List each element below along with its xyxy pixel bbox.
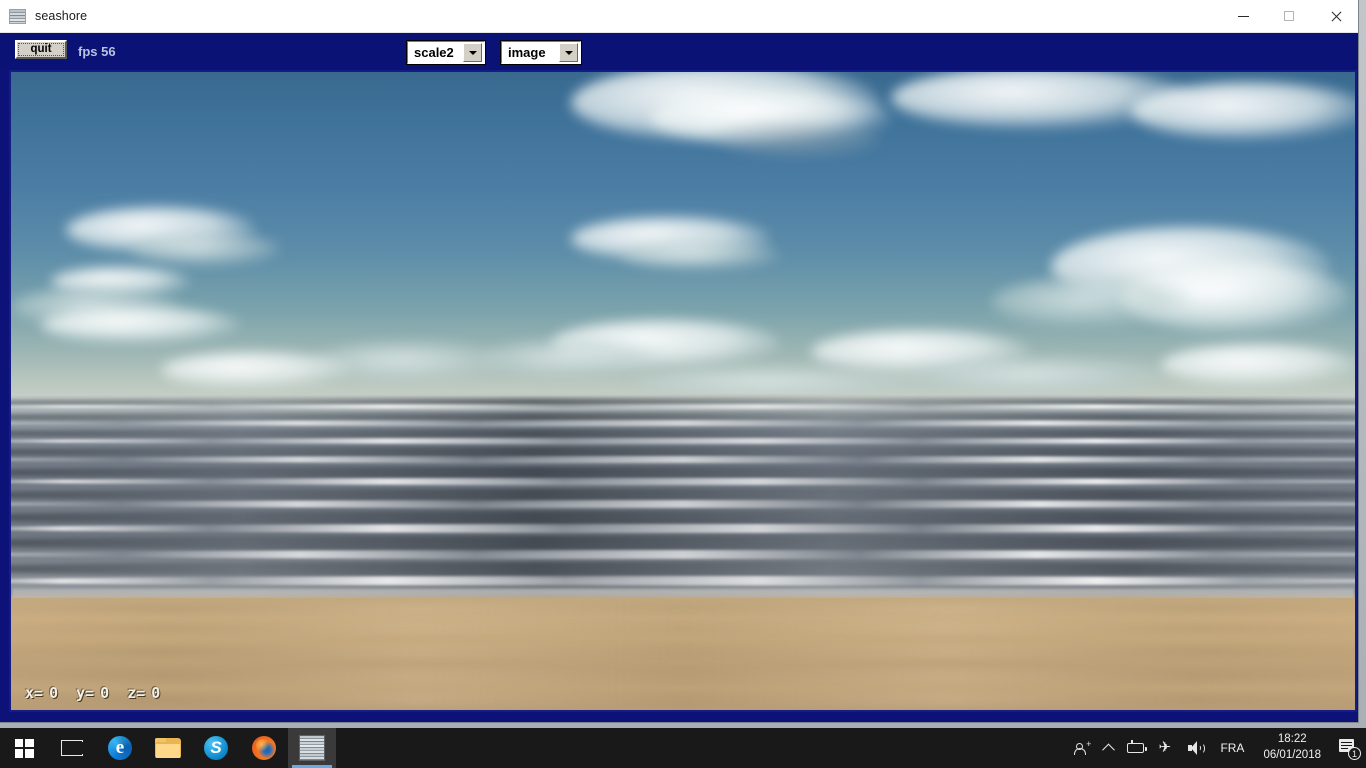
wave-shadow: [11, 561, 1355, 577]
window-title-bar[interactable]: seashore: [0, 0, 1358, 33]
wave-crest: [11, 478, 1355, 485]
close-icon: [1330, 11, 1341, 22]
cloud: [1161, 344, 1355, 386]
windows-logo-icon: [14, 738, 34, 758]
coordinate-hud: x= 0 y= 0 z= 0: [25, 684, 160, 702]
wave-crest: [11, 438, 1355, 444]
render-canvas[interactable]: x= 0 y= 0 z= 0: [11, 72, 1355, 710]
sand-streak: [11, 602, 1355, 616]
wave-crest: [11, 404, 1355, 409]
task-view-button[interactable]: [48, 728, 96, 768]
cloud: [621, 240, 781, 270]
cloud: [911, 357, 1171, 395]
minimize-button[interactable]: [1220, 0, 1266, 32]
people-icon: +: [1074, 740, 1091, 756]
seashore-thumbnail-icon: [299, 735, 325, 761]
sand-streak: [11, 666, 1355, 686]
edge-icon: [108, 736, 132, 760]
cloud: [161, 352, 351, 388]
edge-button[interactable]: [96, 728, 144, 768]
file-explorer-button[interactable]: [144, 728, 192, 768]
scale-dropdown-arrow[interactable]: [463, 43, 482, 62]
sea-layer: [11, 394, 1355, 598]
scale-dropdown-value: scale2: [414, 45, 454, 60]
skype-button[interactable]: [192, 728, 240, 768]
hud-x: x= 0: [25, 684, 58, 702]
battery-button[interactable]: [1120, 728, 1151, 768]
sand-streak: [11, 642, 1355, 660]
skype-icon: [204, 736, 228, 760]
app-toolbar: quit fps 56 scale2 image: [0, 33, 1358, 70]
sand-streak: [11, 620, 1355, 636]
cloud: [131, 232, 281, 266]
taskbar: + ✈ FRA 18:22 06/01/2018: [0, 728, 1366, 768]
mode-dropdown-value: image: [508, 45, 546, 60]
chevron-up-icon: [1102, 743, 1116, 756]
window-controls: [1220, 0, 1358, 32]
battery-icon: [1127, 740, 1147, 753]
cloud: [991, 277, 1191, 327]
seashore-window: seashore quit fps 56 scale2 image x= 0 y…: [0, 0, 1358, 722]
hud-x-label: x=: [25, 684, 44, 702]
start-button[interactable]: [0, 728, 48, 768]
volume-button[interactable]: [1181, 728, 1212, 768]
wave-crest: [11, 576, 1355, 586]
task-view-icon: [61, 740, 83, 756]
hud-z-value: 0: [151, 684, 161, 702]
seashore-taskbar-button[interactable]: [288, 728, 336, 768]
cloud: [711, 120, 881, 156]
folder-icon: [155, 738, 181, 758]
wave-crest: [11, 456, 1355, 463]
volume-icon: [1188, 741, 1206, 755]
chevron-down-icon: [468, 50, 477, 55]
notifications-button[interactable]: 1: [1332, 728, 1366, 768]
desktop-background: seashore quit fps 56 scale2 image x= 0 y…: [0, 0, 1366, 768]
wave-crest: [11, 524, 1355, 533]
quit-button-label: quit: [18, 43, 64, 56]
wave-crest: [11, 420, 1355, 426]
airplane-mode-button[interactable]: ✈: [1151, 728, 1181, 768]
cloud: [41, 307, 241, 343]
system-tray: + ✈ FRA 18:22 06/01/2018 1: [1067, 728, 1366, 768]
scale-dropdown[interactable]: scale2: [406, 40, 486, 65]
chevron-down-icon: [564, 50, 573, 55]
notification-count-badge: 1: [1348, 747, 1361, 760]
quit-button[interactable]: quit: [15, 40, 67, 59]
close-button[interactable]: [1312, 0, 1358, 32]
hud-y-value: 0: [100, 684, 110, 702]
wave-crest: [11, 500, 1355, 508]
fps-counter: fps 56: [78, 44, 116, 59]
hud-x-value: 0: [49, 684, 59, 702]
cloud: [1131, 82, 1355, 140]
firefox-button[interactable]: [240, 728, 288, 768]
maximize-icon: [1284, 11, 1294, 21]
clock-time: 18:22: [1277, 733, 1307, 746]
clock[interactable]: 18:22 06/01/2018: [1252, 728, 1332, 768]
firefox-icon: [252, 736, 276, 760]
wave-crest: [11, 550, 1355, 559]
show-hidden-icons-button[interactable]: [1097, 728, 1120, 768]
hud-y: y= 0: [76, 684, 109, 702]
sky-layer: [11, 72, 1355, 399]
hud-y-label: y=: [76, 684, 95, 702]
mode-dropdown-arrow[interactable]: [559, 43, 578, 62]
wave-shadow: [11, 535, 1355, 551]
seashore-thumbnail-icon: [9, 8, 26, 24]
airplane-mode-icon: ✈: [1158, 739, 1172, 756]
people-button[interactable]: +: [1067, 728, 1097, 768]
clock-date: 06/01/2018: [1263, 749, 1321, 761]
wave-shadow: [11, 510, 1355, 525]
mode-dropdown[interactable]: image: [500, 40, 582, 65]
maximize-button[interactable]: [1266, 0, 1312, 32]
window-title: seashore: [35, 9, 88, 23]
notification-icon: 1: [1339, 739, 1361, 760]
sand-streak: [11, 690, 1355, 708]
language-indicator[interactable]: FRA: [1212, 728, 1252, 768]
minimize-icon: [1237, 15, 1249, 17]
beach-layer: [11, 598, 1355, 710]
hud-z-label: z=: [127, 684, 146, 702]
hud-z: z= 0: [127, 684, 160, 702]
